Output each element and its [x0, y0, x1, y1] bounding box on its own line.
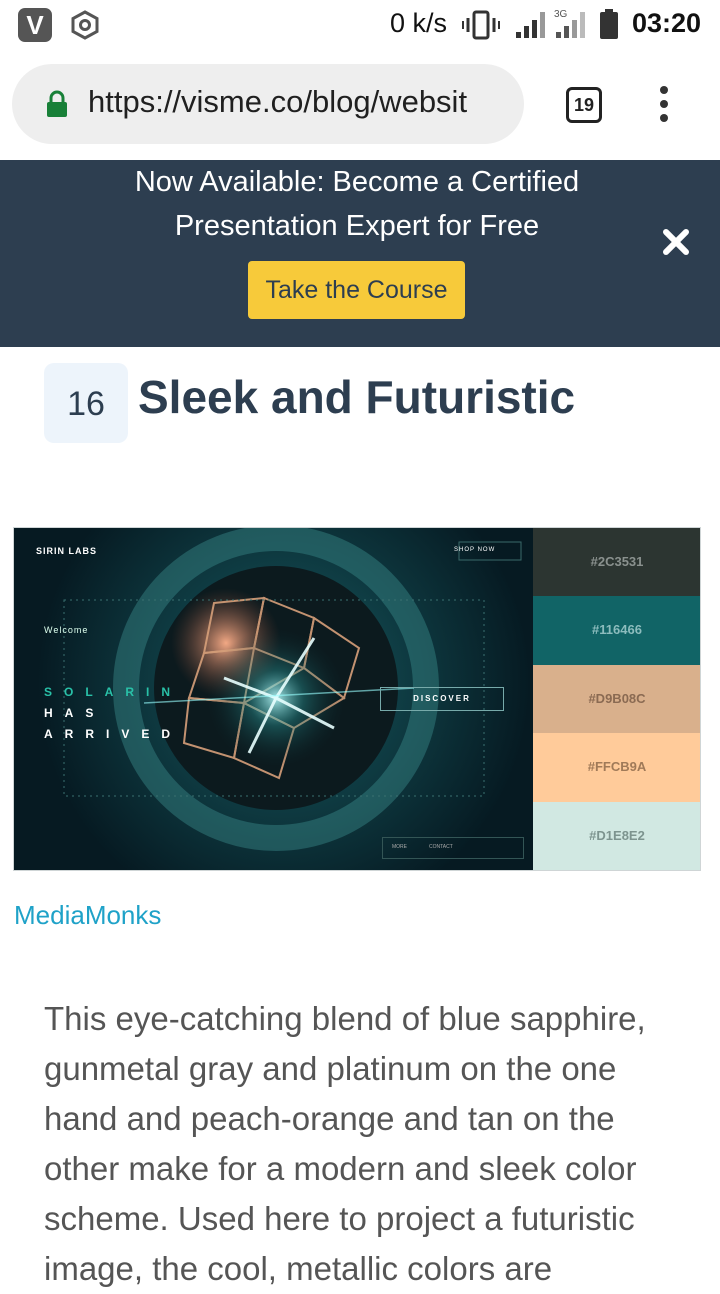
tab-switcher-button[interactable]: 19	[566, 87, 602, 123]
battery-icon	[600, 9, 618, 39]
section-number-badge: 16	[44, 363, 128, 443]
color-palette: #2C3531 #116466 #D9B08C #FFCB9A #D1E8E2	[533, 528, 700, 870]
status-bar: V 0 k/s 3G 03:20	[0, 0, 720, 50]
hero-line-3: ARRIVED	[44, 727, 183, 741]
contact-link: CONTACT	[429, 844, 453, 850]
clock: 03:20	[632, 8, 702, 38]
take-course-button[interactable]: Take the Course	[248, 261, 465, 319]
signal-icon	[516, 12, 545, 38]
hero-line-1: SOLARIN	[44, 685, 182, 699]
net-speed: 0 k/s	[390, 8, 448, 38]
section-title: Sleek and Futuristic	[138, 371, 576, 423]
palette-swatch: #2C3531	[533, 528, 700, 597]
shop-now-link: SHOP NOW	[454, 547, 496, 553]
banner-text-line1: Now Available: Become a Certified	[134, 166, 580, 198]
hero-line-2: HAS	[44, 706, 106, 720]
palette-swatch: #D9B08C	[533, 664, 700, 734]
palette-swatch: #FFCB9A	[533, 733, 700, 802]
signal-3g-icon: 3G	[554, 9, 585, 38]
site-logo: SIRIN LABS	[36, 546, 98, 556]
website-screenshot: SIRIN LABS SHOP NOW Welcome SOLARIN HAS …	[14, 528, 533, 870]
palette-swatch: #116466	[533, 596, 700, 665]
color-scheme-image: SIRIN LABS SHOP NOW Welcome SOLARIN HAS …	[13, 527, 701, 871]
image-credit-link[interactable]: MediaMonks	[14, 900, 161, 931]
app-notification-icon: V	[18, 8, 52, 42]
url-text: https://visme.co/blog/websit	[88, 84, 468, 119]
vibrate-icon	[462, 10, 500, 40]
more-options-icon[interactable]	[654, 84, 674, 124]
palette-swatch: #D1E8E2	[533, 801, 700, 870]
discover-button: DISCOVER	[380, 687, 504, 711]
close-icon[interactable]	[660, 226, 692, 258]
welcome-text: Welcome	[44, 625, 89, 635]
banner-text-line2: Presentation Expert for Free	[174, 210, 540, 242]
browser-toolbar: https://visme.co/blog/websit 19	[0, 50, 720, 160]
promo-banner: Now Available: Become a Certified Presen…	[0, 160, 720, 347]
lock-icon	[47, 90, 67, 117]
more-link: MORE	[392, 844, 407, 850]
article-paragraph: This eye-catching blend of blue sapphire…	[44, 1000, 646, 1287]
svg-text:3G: 3G	[554, 9, 568, 20]
address-bar[interactable]: https://visme.co/blog/websit	[12, 64, 524, 144]
settings-hex-icon	[71, 10, 99, 40]
